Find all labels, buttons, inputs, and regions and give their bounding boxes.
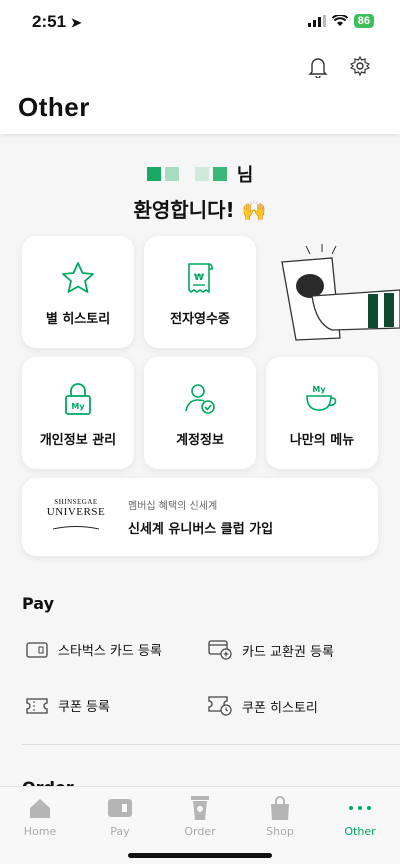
username: 님	[0, 164, 400, 186]
shinsegae-universe-logo: SHINSEGAE UNIVERSE	[42, 498, 110, 536]
page-title: Other	[18, 92, 90, 122]
pay-card-icon	[80, 795, 160, 821]
universe-title: 신세계 유니버스 클럽 가입	[128, 522, 274, 537]
clock-text: 2:51	[32, 12, 67, 31]
cup-illustration	[281, 244, 400, 341]
shinsegae-universe-card[interactable]: SHINSEGAE UNIVERSE 멤버십 혜택의 신세계 신세계 유니버스 …	[22, 478, 378, 556]
e-receipt-tile[interactable]: ₩ 전자영수증	[144, 236, 256, 348]
status-indicators: 86	[307, 14, 374, 28]
receipt-icon: ₩	[180, 258, 220, 298]
universe-text: 멤버십 혜택의 신세계 신세계 유니버스 클럽 가입	[128, 497, 273, 537]
coupon-history-icon	[208, 696, 232, 716]
header: Other	[0, 46, 400, 134]
masked-name-block	[164, 167, 179, 181]
tile-label: 개인정보 관리	[39, 432, 117, 448]
svg-text:My: My	[71, 402, 85, 411]
star-icon	[58, 258, 98, 298]
masked-name-block	[146, 167, 161, 181]
universe-subtitle: 멤버십 혜택의 신세계	[128, 501, 218, 512]
lock-icon: My	[58, 379, 98, 419]
welcome-section: 님 환영합니다! 🙌	[0, 164, 400, 223]
masked-name-block	[194, 167, 209, 181]
svg-text:My: My	[312, 385, 326, 394]
tab-label: Pay	[110, 825, 130, 838]
more-dots-icon	[320, 795, 400, 821]
svg-text:₩: ₩	[194, 273, 204, 283]
card-icon	[26, 641, 48, 658]
account-icon	[180, 379, 220, 419]
logo-bottom-text: UNIVERSE	[46, 506, 106, 518]
pay-item-label: 카드 교환권 등록	[242, 644, 334, 660]
cup-icon: My	[302, 379, 342, 419]
tab-label: Shop	[266, 825, 294, 838]
tab-order[interactable]: Order	[160, 795, 240, 838]
my-menu-tile[interactable]: My 나만의 메뉴	[266, 357, 378, 469]
register-coupon-link[interactable]: 쿠폰 등록	[26, 696, 110, 715]
order-cup-icon	[160, 795, 240, 821]
privacy-management-tile[interactable]: My 개인정보 관리	[22, 357, 134, 469]
tab-pay[interactable]: Pay	[80, 795, 160, 838]
tab-label: Home	[23, 825, 57, 838]
masked-name-block	[212, 167, 227, 181]
header-actions	[308, 56, 370, 78]
tile-label: 계정정보	[176, 432, 224, 448]
tab-label: Other	[344, 825, 376, 838]
register-gift-card-link[interactable]: 카드 교환권 등록	[208, 640, 334, 660]
welcome-message: 환영합니다! 🙌	[133, 198, 267, 222]
pay-section-title: Pay	[22, 594, 55, 613]
register-card-link[interactable]: 스타벅스 카드 등록	[26, 640, 162, 659]
tab-home[interactable]: Home	[0, 795, 80, 838]
tab-shop[interactable]: Shop	[240, 795, 320, 838]
pay-item-label: 스타벅스 카드 등록	[58, 644, 162, 659]
tile-label: 별 히스토리	[45, 311, 111, 327]
shopping-bag-icon	[240, 795, 320, 821]
logo-top-text: SHINSEGAE	[54, 498, 98, 506]
card-add-icon	[208, 640, 232, 660]
status-time: 2:51 ➤	[32, 12, 82, 32]
section-divider	[22, 744, 400, 745]
battery-indicator: 86	[353, 14, 374, 28]
tab-label: Order	[184, 825, 216, 838]
name-suffix: 님	[236, 165, 254, 186]
gear-icon[interactable]	[350, 56, 370, 76]
status-bar: 2:51 ➤ 86	[0, 0, 400, 46]
logo-swoosh	[52, 526, 100, 530]
home-indicator	[128, 853, 272, 858]
account-info-tile[interactable]: 계정정보	[144, 357, 256, 469]
star-history-tile[interactable]: 별 히스토리	[22, 236, 134, 348]
signal-icon	[307, 15, 326, 27]
location-arrow-icon: ➤	[70, 15, 82, 30]
pay-item-label: 쿠폰 등록	[58, 700, 110, 715]
tab-other[interactable]: Other	[320, 795, 400, 838]
bell-icon[interactable]	[308, 56, 328, 78]
pay-item-label: 쿠폰 히스토리	[242, 700, 318, 716]
wifi-icon	[331, 15, 348, 26]
home-icon	[0, 795, 80, 821]
tile-label: 나만의 메뉴	[289, 432, 355, 448]
tile-label: 전자영수증	[170, 311, 230, 327]
coupon-history-link[interactable]: 쿠폰 히스토리	[208, 696, 318, 716]
coupon-icon	[26, 697, 48, 714]
